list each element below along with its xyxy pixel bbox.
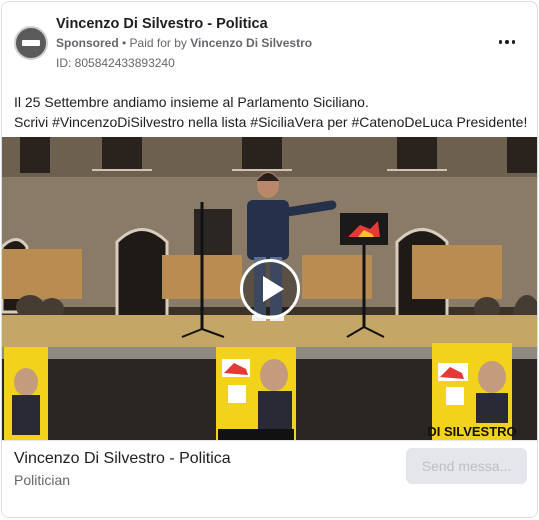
paid-for-prefix: Paid for by bbox=[129, 36, 191, 50]
paid-for-by: Vincenzo Di Silvestro bbox=[190, 36, 313, 50]
page-name[interactable]: Vincenzo Di Silvestro - Politica bbox=[56, 16, 268, 32]
sponsored-label: Sponsored bbox=[56, 36, 119, 50]
footer-title[interactable]: Vincenzo Di Silvestro - Politica bbox=[14, 450, 231, 468]
post-text-line-2: Scrivi #VincenzoDiSilvestro nella lista … bbox=[14, 114, 528, 130]
meta-separator: • bbox=[118, 36, 130, 50]
ad-id: ID: 805842433893240 bbox=[56, 56, 175, 70]
poster-name: DI SILVESTRO bbox=[427, 424, 516, 439]
post-meta: Sponsored • Paid for by Vincenzo Di Silv… bbox=[56, 36, 312, 50]
footer-subtitle: Politician bbox=[14, 472, 71, 488]
ad-card: Vincenzo Di Silvestro - Politica Sponsor… bbox=[1, 1, 538, 518]
send-message-button[interactable]: Send messa... bbox=[406, 448, 527, 484]
play-icon[interactable] bbox=[240, 259, 300, 319]
post-header: Vincenzo Di Silvestro - Politica Sponsor… bbox=[2, 2, 537, 80]
ad-footer: Vincenzo Di Silvestro - Politica Politic… bbox=[2, 440, 537, 517]
post-text: Il 25 Settembre andiamo insieme al Parla… bbox=[14, 92, 534, 132]
page-avatar[interactable] bbox=[14, 26, 48, 60]
video-player[interactable]: DI SILVESTRO bbox=[2, 137, 537, 440]
no-entry-icon bbox=[22, 40, 40, 46]
more-horizontal-icon[interactable] bbox=[495, 32, 519, 52]
post-text-line-1: Il 25 Settembre andiamo insieme al Parla… bbox=[14, 94, 369, 110]
